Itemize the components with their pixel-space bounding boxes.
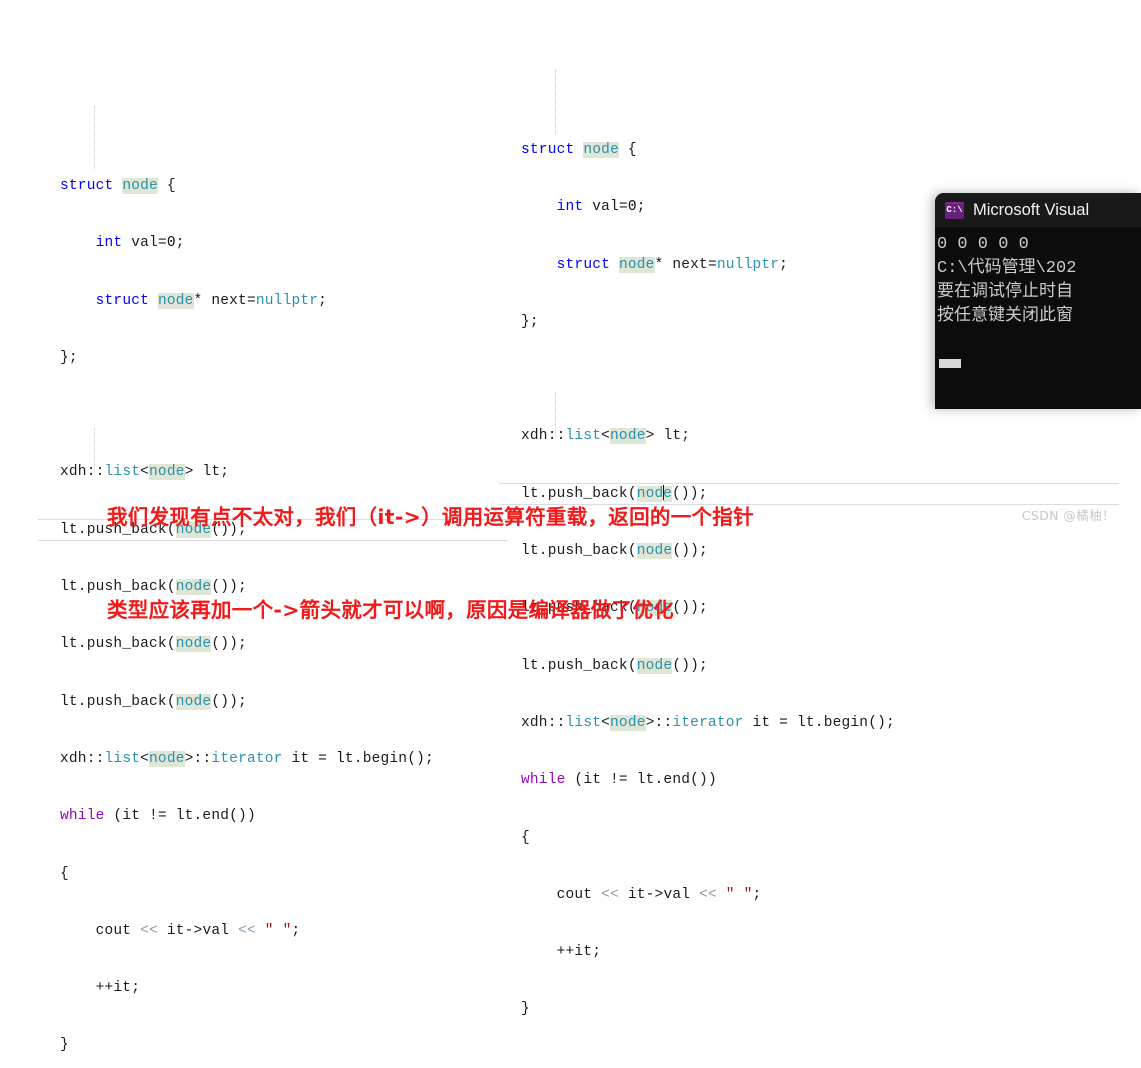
code-line[interactable]	[60, 405, 434, 426]
annotation-line-2: 类型应该再加一个->箭头就才可以啊，原因是编译器做了优化	[107, 598, 675, 622]
indent-guide	[94, 106, 96, 170]
operator-shift: <<	[699, 886, 717, 903]
type-list: list	[104, 750, 141, 767]
string-literal: " "	[716, 886, 753, 903]
operator-shift: <<	[140, 922, 158, 939]
console-output-line: 要在调试停止时自	[937, 283, 1073, 302]
console-icon: C:\	[945, 201, 964, 219]
type-node: node	[157, 292, 194, 309]
code-line[interactable]: };	[521, 312, 895, 333]
string-literal: " "	[255, 922, 292, 939]
keyword-struct: struct	[556, 256, 611, 273]
annotation-line-1: 我们发现有点不太对，我们（it->）调用运算符重载，返回的一个指针	[107, 505, 754, 529]
type-node: node	[122, 178, 158, 194]
type-node: node	[618, 256, 655, 273]
console-titlebar[interactable]: C:\ Microsoft Visual	[935, 193, 1141, 227]
code-line[interactable]: xdh::list<node>::iterator it = lt.begin(…	[521, 713, 895, 734]
console-output: 0 0 0 0 0 C:\代码管理\202 要在调试停止时自 按任意键关闭此窗	[935, 227, 1141, 368]
code-line[interactable]: cout << it->val << " ";	[60, 921, 434, 942]
code-line[interactable]: struct node {	[521, 140, 895, 161]
type-node: node	[636, 657, 673, 674]
indent-guide	[555, 70, 557, 134]
code-line[interactable]: xdh::list<node>::iterator it = lt.begin(…	[60, 749, 434, 770]
code-line[interactable]: struct node* next=nullptr;	[60, 291, 434, 312]
keyword-while: while	[60, 808, 105, 825]
console-output-line: 0 0 0 0 0	[937, 235, 1029, 254]
keyword-nullptr: nullptr	[716, 256, 780, 273]
console-output-line: C:\代码管理\202	[937, 259, 1077, 278]
code-line[interactable]: while (it != lt.end())	[521, 770, 895, 791]
code-line[interactable]: }	[60, 1035, 434, 1056]
keyword-int: int	[556, 199, 584, 216]
type-node: node	[175, 693, 212, 710]
type-node: node	[610, 714, 646, 731]
code-line[interactable]: cout << it->val << " ";	[521, 885, 895, 906]
keyword-nullptr: nullptr	[255, 292, 319, 309]
code-line[interactable]: ++it;	[521, 942, 895, 963]
code-line[interactable]: };	[60, 348, 434, 369]
type-iterator: iterator	[672, 714, 744, 731]
code-line[interactable]: int val=0;	[60, 233, 434, 254]
code-line[interactable]: {	[521, 828, 895, 849]
code-line[interactable]	[521, 369, 895, 390]
type-node: node	[149, 750, 185, 767]
type-list: list	[565, 714, 602, 731]
console-output-line: 按任意键关闭此窗	[937, 307, 1073, 326]
watermark: CSDN @橘柚！	[1021, 508, 1115, 523]
keyword-int: int	[95, 235, 123, 252]
operator-shift: <<	[601, 886, 619, 903]
code-line[interactable]: lt.push_back(node());	[60, 692, 434, 713]
console-window[interactable]: C:\ Microsoft Visual 0 0 0 0 0 C:\代码管理\2…	[935, 193, 1141, 409]
type-iterator: iterator	[211, 750, 283, 767]
keyword-struct: struct	[60, 178, 114, 194]
keyword-while: while	[521, 772, 566, 789]
type-node: node	[583, 142, 619, 158]
operator-shift: <<	[238, 922, 256, 939]
annotation-text: 我们发现有点不太对，我们（it->）调用运算符重载，返回的一个指针 类型应该再加…	[107, 440, 754, 657]
console-title: Microsoft Visual	[973, 200, 1090, 219]
console-cursor	[939, 359, 961, 368]
keyword-struct: struct	[95, 292, 150, 309]
keyword-struct: struct	[521, 142, 575, 158]
code-line[interactable]: lt.push_back(node());	[521, 656, 895, 677]
code-line[interactable]: struct node {	[60, 176, 434, 197]
code-line[interactable]: while (it != lt.end())	[60, 806, 434, 827]
code-line[interactable]: int val=0;	[521, 197, 895, 218]
code-line[interactable]: {	[60, 864, 434, 885]
code-line[interactable]: ++it;	[60, 978, 434, 999]
code-line[interactable]: struct node* next=nullptr;	[521, 255, 895, 276]
code-line[interactable]: }	[521, 999, 895, 1020]
